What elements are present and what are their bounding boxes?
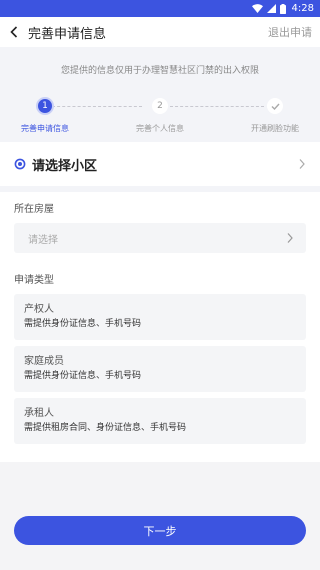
apply-type-desc: 需提供身份证信息、手机号码: [24, 371, 142, 381]
house-section-label: 所在房屋: [14, 204, 54, 215]
apply-type-desc: 需提供租房合同、身份证信息、手机号码: [24, 423, 187, 433]
step-3-indicator: [267, 98, 283, 114]
apply-type-title: 家庭成员: [24, 356, 64, 367]
location-pin-icon: [14, 158, 26, 170]
page-title: 完善申请信息: [28, 26, 107, 42]
next-step-button[interactable]: 下一步: [14, 516, 306, 545]
wifi-icon: [251, 4, 263, 13]
status-bar: 4:28: [0, 0, 320, 17]
select-community-row[interactable]: 请选择小区: [0, 142, 320, 192]
house-select[interactable]: 请选择: [14, 223, 306, 253]
step-connector: [170, 106, 264, 107]
step-1-indicator: 1: [36, 97, 54, 115]
battery-icon: [279, 3, 286, 14]
apply-type-desc: 需提供身份证信息、手机号码: [24, 319, 142, 329]
apply-type-title: 承租人: [24, 408, 54, 419]
house-select-placeholder: 请选择: [28, 234, 58, 246]
chevron-left-icon: [10, 26, 18, 38]
apply-type-family-member[interactable]: 家庭成员 需提供身份证信息、手机号码: [14, 346, 306, 392]
chevron-right-icon: [299, 159, 305, 169]
check-icon: [271, 103, 280, 110]
status-time: 4:28: [291, 3, 314, 14]
app-bar: 完善申请信息 退出申请: [0, 17, 320, 47]
progress-section: 您提供的信息仅用于办理智慧社区门禁的出入权限 1 2 完善申请信息 完善个人信息…: [0, 47, 320, 142]
step-2-indicator: 2: [152, 98, 168, 114]
privacy-notice: 您提供的信息仅用于办理智慧社区门禁的出入权限: [60, 66, 259, 76]
chevron-right-icon: [287, 233, 293, 243]
exit-application-link[interactable]: 退出申请: [268, 24, 312, 40]
signal-icon: [266, 4, 276, 13]
apply-type-section-label: 申请类型: [14, 275, 54, 286]
step-1-label: 完善申请信息: [21, 124, 69, 133]
stepper: 1 2 完善申请信息 完善个人信息 开通刷脸功能: [0, 89, 320, 139]
apply-type-tenant[interactable]: 承租人 需提供租房合同、身份证信息、手机号码: [14, 398, 306, 444]
step-3-label: 开通刷脸功能: [251, 124, 299, 133]
back-button[interactable]: [10, 22, 26, 42]
apply-type-title: 产权人: [24, 304, 54, 315]
select-community-label: 请选择小区: [32, 158, 98, 174]
apply-type-owner[interactable]: 产权人 需提供身份证信息、手机号码: [14, 294, 306, 340]
step-connector: [52, 106, 142, 107]
step-2-label: 完善个人信息: [136, 124, 184, 133]
